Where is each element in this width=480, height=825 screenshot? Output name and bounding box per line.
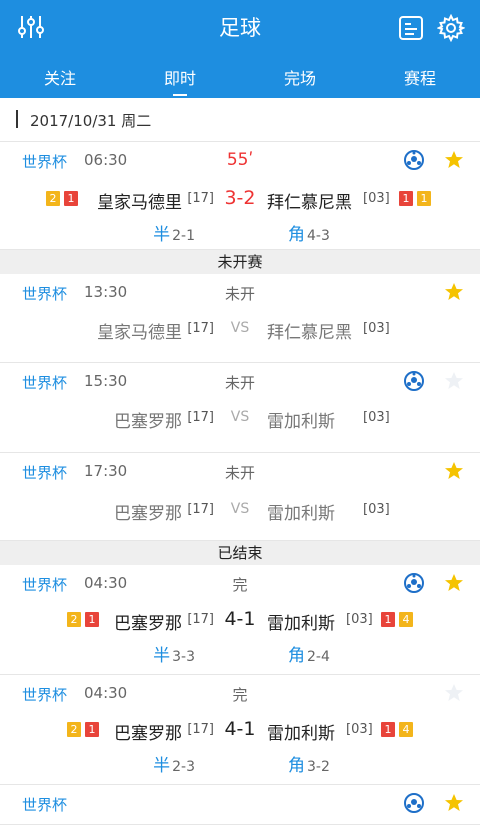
star-icon[interactable] (444, 282, 464, 302)
score: 3-2 (224, 187, 256, 209)
home-team: 皇家马德里 (97, 323, 182, 343)
away-rank: [03] (363, 321, 390, 336)
red-card-count: 1 (64, 191, 78, 206)
match-status: 完 (232, 686, 248, 704)
red-card-count: 1 (381, 722, 395, 737)
away-team: 拜仁慕尼黑 (267, 193, 352, 213)
home-rank: [17] (187, 410, 214, 425)
star-icon[interactable] (444, 150, 464, 170)
home-rank: [17] (187, 612, 214, 627)
vs-label: VS (230, 409, 250, 425)
yellow-card-count: 4 (399, 612, 413, 627)
date-label: 2017/10/31 周二 (30, 112, 152, 130)
match-time: 04:30 (84, 684, 128, 702)
league-label[interactable]: 世界杯 (22, 794, 67, 815)
date-marker (16, 110, 18, 128)
away-rank: [03] (346, 612, 373, 627)
gear-icon[interactable] (437, 14, 465, 42)
star-icon[interactable] (444, 461, 464, 481)
league-label[interactable]: 世界杯 (22, 462, 67, 483)
football-icon[interactable] (404, 573, 424, 593)
corner-score: 角 3-2 (288, 756, 330, 776)
section-upcoming: 未开赛 (0, 250, 480, 274)
tab-finished[interactable]: 完场 (240, 62, 360, 98)
match-card[interactable]: 世界杯 (0, 785, 480, 825)
star-icon[interactable] (444, 573, 464, 593)
star-icon[interactable] (444, 683, 464, 703)
star-icon[interactable] (444, 793, 464, 813)
football-icon[interactable] (404, 371, 424, 391)
yellow-card-count: 2 (46, 191, 60, 206)
yellow-card-count: 4 (399, 722, 413, 737)
list-icon[interactable] (398, 15, 424, 41)
home-team: 巴塞罗那 (114, 504, 182, 524)
football-icon[interactable] (404, 793, 424, 813)
date-bar: 2017/10/31 周二 (0, 98, 480, 142)
match-card[interactable]: 世界杯 04:30 完 2 1 巴塞罗那 [17] 4-1 雷加利斯 [03] … (0, 565, 480, 675)
home-rank: [17] (187, 722, 214, 737)
tab-bar: 关注 即时 完场 赛程 (0, 62, 480, 98)
corner-score: 角 4-3 (288, 225, 330, 245)
match-status: 未开 (224, 464, 255, 482)
home-rank: [17] (187, 502, 214, 517)
yellow-card-count: 2 (67, 722, 81, 737)
half-time-score: 半 3-3 (153, 646, 195, 666)
match-time: 15:30 (84, 372, 128, 390)
match-list: 世界杯 06:30 55ʹ 2 1 皇家马德里 [17] 3-2 拜仁慕尼黑 [… (0, 142, 480, 825)
tab-live[interactable]: 即时 (120, 62, 240, 98)
star-icon[interactable] (444, 371, 464, 391)
league-label[interactable]: 世界杯 (22, 684, 67, 705)
away-rank: [03] (363, 410, 390, 425)
match-status: 未开 (224, 285, 255, 303)
match-status: 未开 (224, 374, 255, 392)
away-rank: [03] (346, 722, 373, 737)
corner-score: 角 2-4 (288, 646, 330, 666)
home-rank: [17] (187, 321, 214, 336)
away-rank: [03] (363, 502, 390, 517)
match-card[interactable]: 世界杯 04:30 完 2 1 巴塞罗那 [17] 4-1 雷加利斯 [03] … (0, 675, 480, 785)
home-team: 巴塞罗那 (114, 412, 182, 432)
red-card-count: 1 (399, 191, 413, 206)
red-card-count: 1 (85, 612, 99, 627)
away-team: 雷加利斯 (267, 614, 335, 634)
vs-label: VS (230, 320, 250, 336)
tab-follow[interactable]: 关注 (0, 62, 120, 98)
home-rank: [17] (187, 191, 214, 206)
home-team: 巴塞罗那 (114, 724, 182, 744)
tab-schedule[interactable]: 赛程 (360, 62, 480, 98)
match-time: 06:30 (84, 151, 128, 169)
section-finished: 已结束 (0, 541, 480, 565)
match-time: 17:30 (84, 462, 128, 480)
league-label[interactable]: 世界杯 (22, 372, 67, 393)
match-card[interactable]: 世界杯 06:30 55ʹ 2 1 皇家马德里 [17] 3-2 拜仁慕尼黑 [… (0, 142, 480, 250)
half-time-score: 半 2-1 (153, 225, 195, 245)
away-rank: [03] (363, 191, 390, 206)
red-card-count: 1 (85, 722, 99, 737)
half-time-score: 半 2-3 (153, 756, 195, 776)
football-icon[interactable] (404, 150, 424, 170)
match-time: 04:30 (84, 574, 128, 592)
app-header: 足球 关注 即时 完场 赛程 (0, 0, 480, 98)
league-label[interactable]: 世界杯 (22, 151, 67, 172)
away-team: 雷加利斯 (267, 504, 335, 524)
score: 4-1 (224, 718, 256, 740)
away-team: 雷加利斯 (267, 724, 335, 744)
match-time: 13:30 (84, 283, 128, 301)
red-card-count: 1 (381, 612, 395, 627)
league-label[interactable]: 世界杯 (22, 283, 67, 304)
match-card[interactable]: 世界杯 15:30 未开 巴塞罗那 [17] VS 雷加利斯 [03] (0, 363, 480, 453)
home-team: 巴塞罗那 (114, 614, 182, 634)
away-team: 雷加利斯 (267, 412, 335, 432)
match-card[interactable]: 世界杯 13:30 未开 皇家马德里 [17] VS 拜仁慕尼黑 [03] (0, 274, 480, 363)
away-team: 拜仁慕尼黑 (267, 323, 352, 343)
match-card[interactable]: 世界杯 17:30 未开 巴塞罗那 [17] VS 雷加利斯 [03] (0, 453, 480, 541)
league-label[interactable]: 世界杯 (22, 574, 67, 595)
yellow-card-count: 2 (67, 612, 81, 627)
match-minute: 55ʹ (226, 150, 254, 170)
vs-label: VS (230, 501, 250, 517)
match-status: 完 (232, 576, 248, 594)
home-team: 皇家马德里 (97, 193, 182, 213)
score: 4-1 (224, 608, 256, 630)
yellow-card-count: 1 (417, 191, 431, 206)
